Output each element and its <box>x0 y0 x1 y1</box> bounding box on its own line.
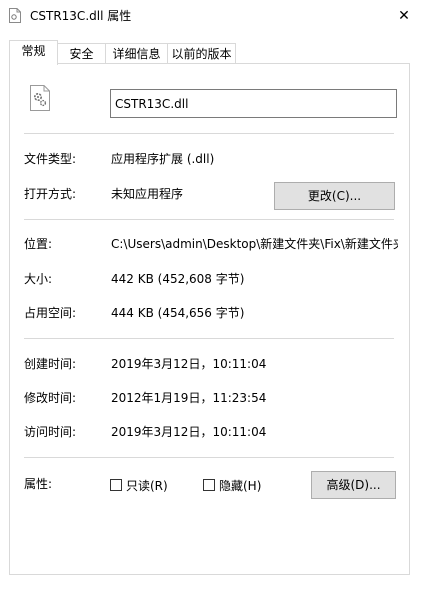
size-label: 大小: <box>24 272 53 286</box>
change-button[interactable]: 更改(C)... <box>274 182 395 210</box>
attributes-label: 属性: <box>24 477 53 491</box>
created-value: 2019年3月12日，10:11:04 <box>111 357 267 371</box>
file-type-label: 文件类型: <box>24 152 77 166</box>
location-value: C:\Users\admin\Desktop\新建文件夹\Fix\新建文件夹 <box>111 237 398 251</box>
opens-with-label: 打开方式: <box>24 187 77 201</box>
hidden-label[interactable]: 隐藏(H) <box>219 478 261 494</box>
tab-security[interactable]: 安全 <box>57 43 106 63</box>
advanced-button[interactable]: 高级(D)... <box>311 471 396 499</box>
tab-details[interactable]: 详细信息 <box>105 43 168 63</box>
hidden-checkbox[interactable] <box>203 479 215 491</box>
opens-with-value: 未知应用程序 <box>111 187 184 201</box>
close-button[interactable]: ✕ <box>390 4 418 28</box>
file-name-field[interactable] <box>110 89 397 118</box>
tab-general[interactable]: 常规 <box>9 40 58 65</box>
accessed-value: 2019年3月12日，10:11:04 <box>111 425 267 439</box>
tab-previous-versions[interactable]: 以前的版本 <box>167 43 236 63</box>
file-type-value: 应用程序扩展 (.dll) <box>111 152 215 166</box>
separator <box>24 133 394 134</box>
size-value: 442 KB (452,608 字节) <box>111 272 245 286</box>
separator <box>24 219 394 220</box>
modified-value: 2012年1月19日，11:23:54 <box>111 391 267 405</box>
separator <box>24 457 394 458</box>
dll-file-icon <box>9 8 21 23</box>
readonly-label[interactable]: 只读(R) <box>126 478 168 494</box>
accessed-label: 访问时间: <box>24 425 77 439</box>
readonly-checkbox[interactable] <box>110 479 122 491</box>
dll-gear-file-icon <box>30 85 50 111</box>
window-title: CSTR13C.dll 属性 <box>30 9 132 23</box>
location-label: 位置: <box>24 237 53 251</box>
close-icon: ✕ <box>398 8 410 24</box>
size-on-disk-label: 占用空间: <box>24 306 77 320</box>
modified-label: 修改时间: <box>24 391 77 405</box>
size-on-disk-value: 444 KB (454,656 字节) <box>111 306 245 320</box>
separator <box>24 338 394 339</box>
created-label: 创建时间: <box>24 357 77 371</box>
